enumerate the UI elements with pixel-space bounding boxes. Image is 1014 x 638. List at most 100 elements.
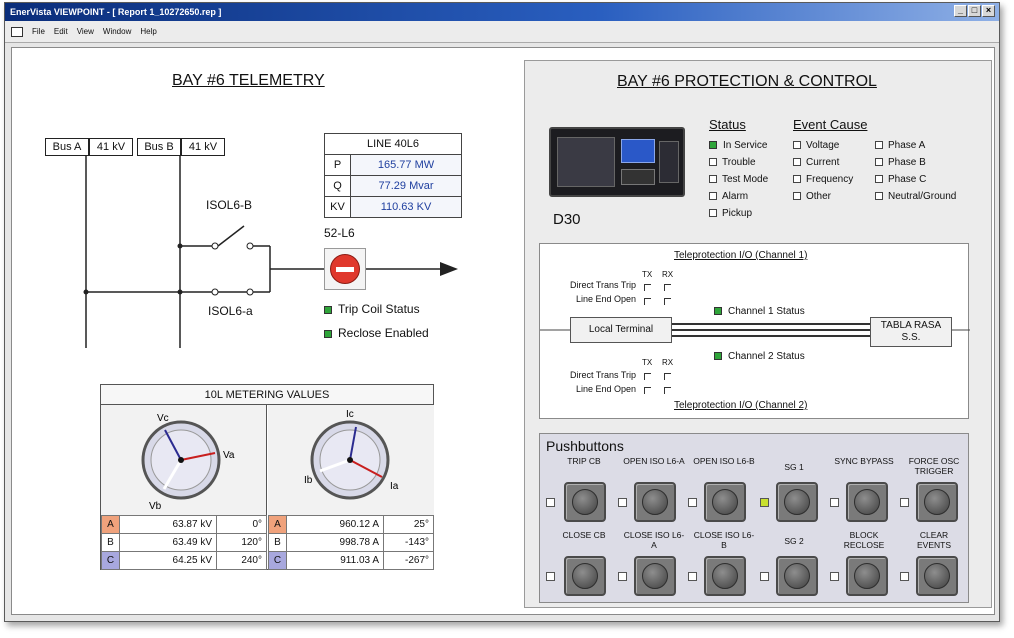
event-current: Current [793,154,867,171]
indicator-on-icon [714,352,722,361]
pb-led-trip-cb [546,498,555,507]
close-button[interactable]: × [982,5,995,17]
indicator-off-icon [793,158,801,167]
indicator-off-icon [793,141,801,150]
pb-label-block-reclose: BLOCK RECLOSE [843,530,885,550]
event-label: Phase B [888,157,926,168]
status-alarm: Alarm [709,188,768,205]
menu-window[interactable]: Window [103,27,131,36]
menu-file[interactable]: File [32,27,45,36]
pb-label-sync-bypass: SYNC BYPASS [834,456,894,466]
window-title: EnerVista VIEWPOINT - [ Report 1_1027265… [10,7,222,17]
pb-led-close-iso-a [618,572,627,581]
indicator-off-icon [793,192,801,201]
event-label: Phase C [888,174,927,185]
p-value: 165.77 MW [350,154,462,176]
breaker-52-l6[interactable] [324,248,366,290]
vb-label: Vb [149,501,162,512]
vc-label: Vc [157,413,169,424]
menu-help[interactable]: Help [140,27,156,36]
maximize-button[interactable]: □ [968,5,981,17]
reclose-indicator: Reclose Enabled [324,326,429,340]
vb-magnitude: 63.49 kV [119,533,217,552]
bus-b-kv: 41 kV [181,138,225,156]
indicator-off-icon [875,141,883,150]
event-label: Frequency [806,174,854,185]
table-row: C 64.25 kV 240° [101,551,267,570]
status-trouble: Trouble [709,154,768,171]
sync-bypass-button[interactable] [846,482,888,522]
status-pickup: Pickup [709,205,768,222]
ia-angle: 25° [383,515,434,534]
event-frequency: Frequency [793,171,867,188]
isol6-b-label: ISOL6-B [206,198,253,212]
va-magnitude: 63.87 kV [119,515,217,534]
pb-label-trip-cb: TRIP CB [567,456,601,466]
teleprotection-panel: Teleprotection I/O (Channel 1) Teleprote… [539,243,970,419]
pb-label-force-osc: FORCE OSC TRIGGER [908,456,960,476]
table-row: Q 77.29 Mvar [324,175,462,197]
indicator-off-icon [875,175,883,184]
close-iso-l6-b-button[interactable] [704,556,746,596]
minimize-button[interactable]: _ [954,5,967,17]
va-label: Va [223,450,235,461]
event-label: Current [806,157,840,168]
vc-magnitude: 64.25 kV [119,551,217,570]
breaker-label: 52-L6 [324,226,355,240]
phase-b: B [101,533,120,552]
indicator-off-icon [709,192,717,201]
title-bar[interactable]: EnerVista VIEWPOINT - [ Report 1_1027265… [5,3,999,21]
window-controls: _ □ × [954,5,995,17]
protection-title: BAY #6 PROTECTION & CONTROL [617,73,877,90]
document-icon[interactable] [11,26,23,37]
event-neutral-ground: Neutral/Ground [875,188,956,205]
va-angle: 0° [216,515,267,534]
ib-angle: -143° [383,533,434,552]
clear-events-button[interactable] [916,556,958,596]
sg1-button[interactable] [776,482,818,522]
event-phase-b: Phase B [875,154,956,171]
voltage-phasor-panel: Vc Vb Va [101,405,267,515]
table-row: B 998.78 A -143° [268,533,434,552]
status-label: In Service [723,140,768,151]
close-iso-l6-a-button[interactable] [634,556,676,596]
pb-label-sg2: SG 2 [784,536,804,546]
close-cb-button[interactable] [564,556,606,596]
event-phase-column: Phase A Phase B Phase C Neutral/Ground [875,137,956,205]
pb-led-sync-bypass [830,498,839,507]
menu-view[interactable]: View [77,27,94,36]
event-label: Neutral/Ground [888,191,957,202]
trip-cb-button[interactable] [564,482,606,522]
indicator-off-icon [875,192,883,201]
phase-c: C [268,551,287,570]
table-row: P 165.77 MW [324,154,462,176]
protection-control-panel: BAY #6 PROTECTION & CONTROL D30 Status I… [524,60,992,608]
pb-led-force-osc [900,498,909,507]
indicator-on-icon [324,305,332,314]
voltage-phasor-diagram: Vc Vb Va [141,413,235,512]
pb-label-close-iso-a: CLOSE ISO L6-A [623,530,685,550]
pb-label-close-cb: CLOSE CB [562,530,606,540]
event-label: Phase A [888,140,926,151]
ch2-tx-dtt-indicator [644,373,651,380]
phase-b: B [268,533,287,552]
bus-b-label: Bus B [137,138,181,156]
menu-edit[interactable]: Edit [54,27,68,36]
line-arrow-icon [440,262,458,276]
sg2-button[interactable] [776,556,818,596]
pushbuttons-title: Pushbuttons [546,438,624,454]
open-iso-l6-a-button[interactable] [634,482,676,522]
open-iso-l6-b-button[interactable] [704,482,746,522]
ic-angle: -267° [383,551,434,570]
channel1-status: Channel 1 Status [714,306,805,317]
pb-label-close-iso-b: CLOSE ISO L6-B [693,530,755,550]
ch2-rx-leo-indicator [664,387,671,394]
phase-a: A [268,515,287,534]
status-label: Alarm [722,191,749,202]
force-osc-trigger-button[interactable] [916,482,958,522]
block-reclose-button[interactable] [846,556,888,596]
indicator-on-icon [324,329,332,338]
ib-magnitude: 998.78 A [286,533,384,552]
kv-value: 110.63 KV [350,196,462,218]
metering-title: 10L METERING VALUES [101,385,433,405]
